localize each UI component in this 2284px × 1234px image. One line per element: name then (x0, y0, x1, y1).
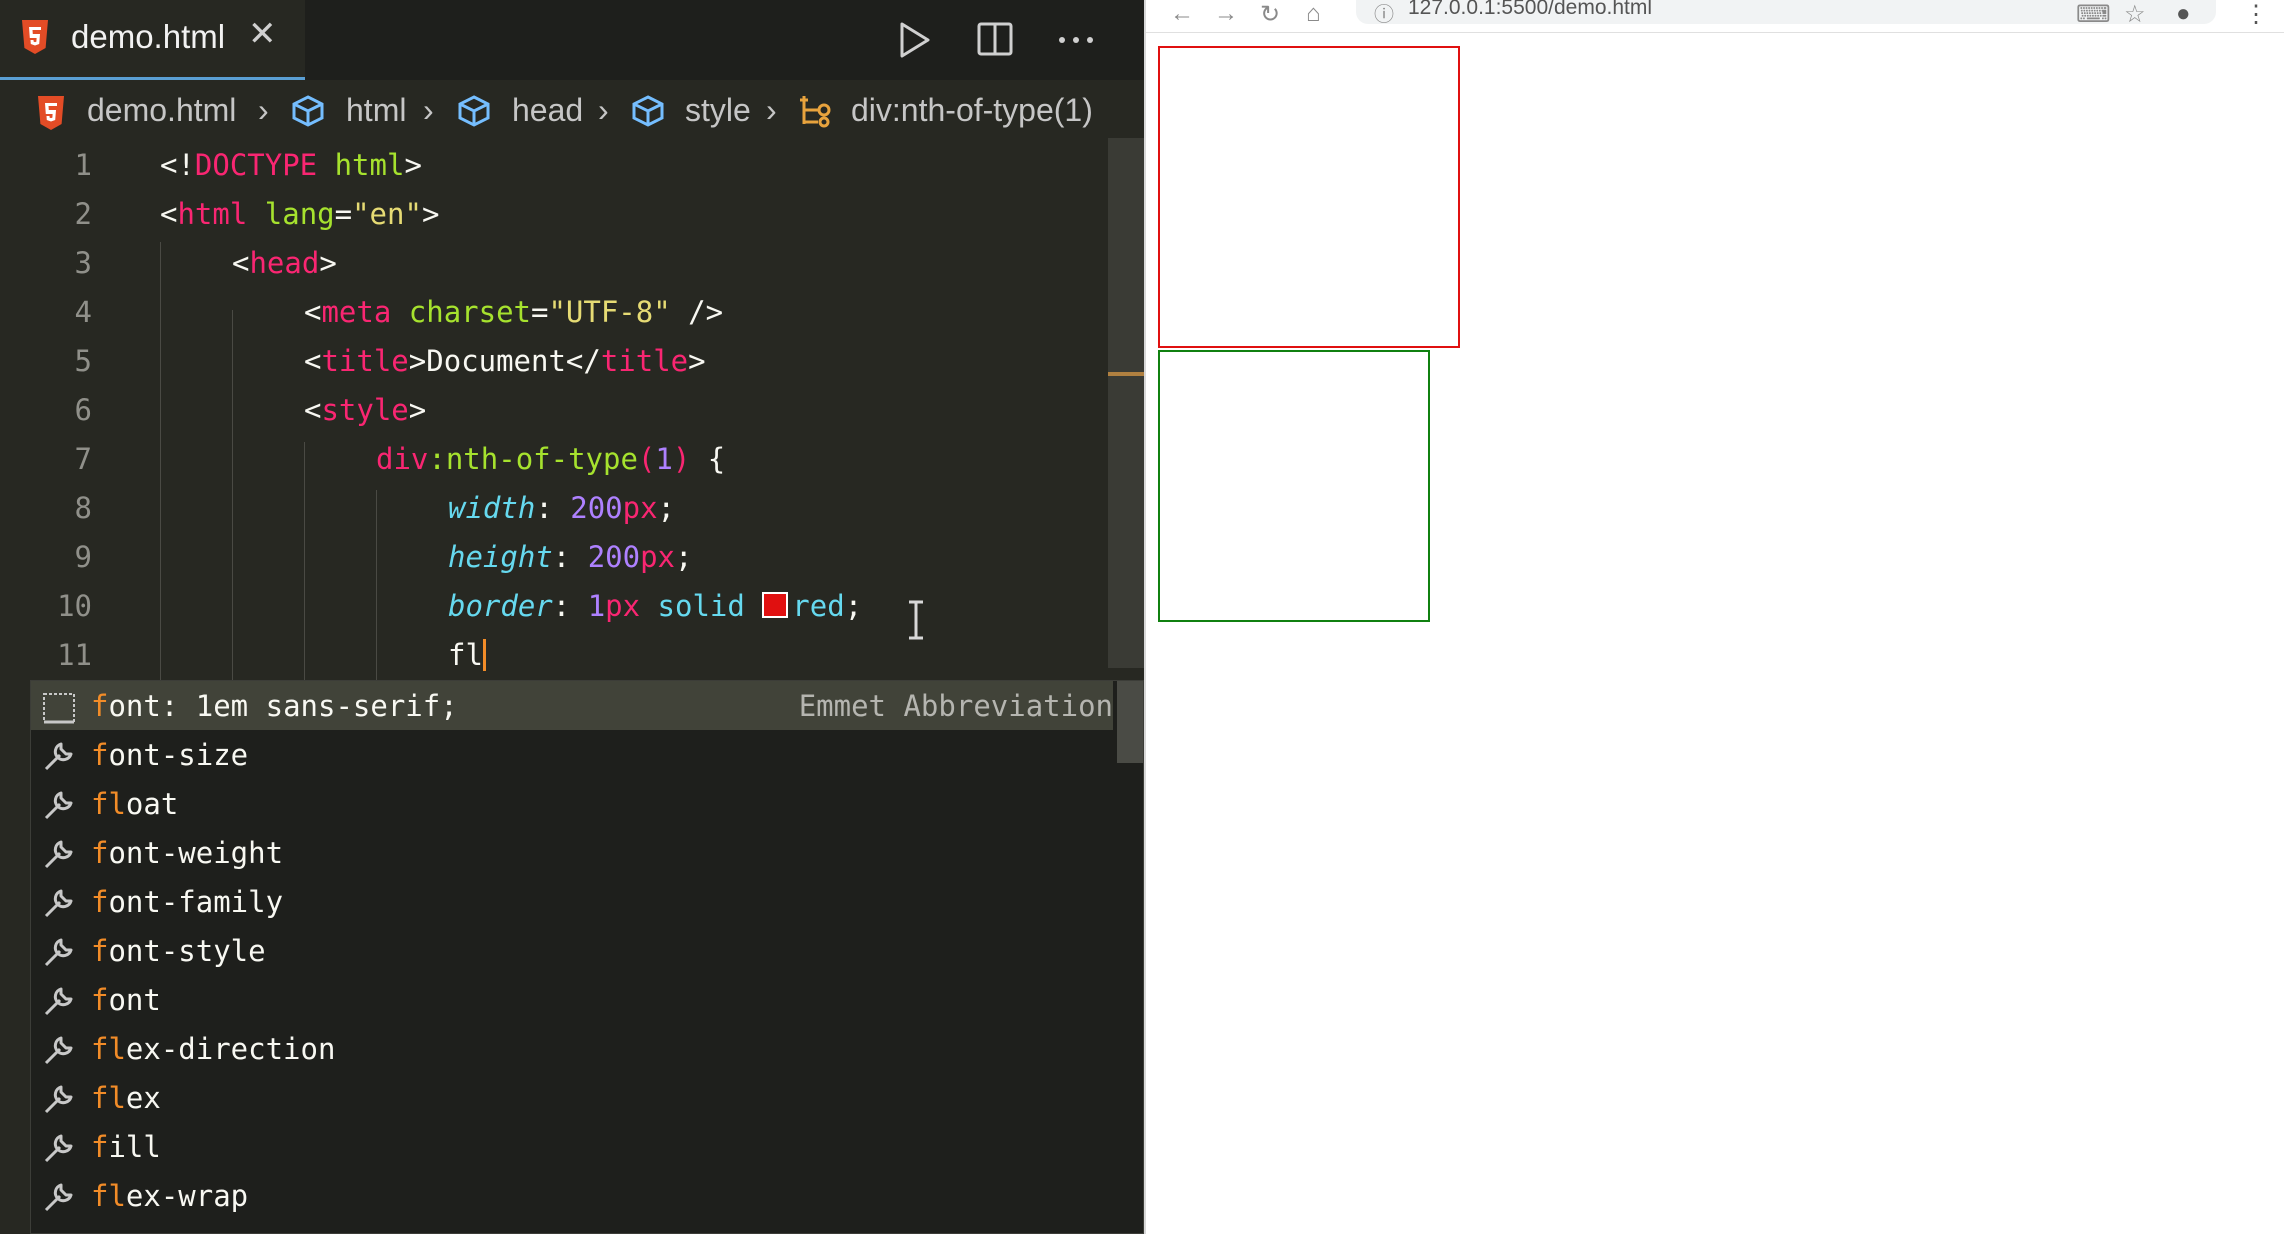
back-icon[interactable]: ← (1170, 0, 1194, 28)
line-number: 1 (74, 148, 92, 182)
ibeam-cursor-icon (909, 600, 923, 640)
code-line[interactable]: <style> (304, 393, 426, 427)
scrollbar[interactable] (1108, 138, 1144, 668)
line-number: 8 (74, 491, 92, 525)
wrench-icon (44, 889, 73, 918)
suggestion-item[interactable]: flex (31, 1073, 1113, 1122)
code-line[interactable]: <head> (232, 246, 337, 280)
suggestion-item[interactable]: font-family (31, 877, 1113, 926)
red-box (1158, 46, 1460, 348)
wrench-icon (44, 1085, 73, 1114)
close-icon[interactable]: ✕ (248, 14, 277, 54)
line-number: 3 (74, 246, 92, 280)
suggestion-item[interactable]: flex-wrap (31, 1171, 1113, 1220)
run-icon[interactable] (888, 16, 936, 64)
breadcrumb-item-html[interactable]: html (346, 92, 406, 129)
indent-guide (304, 442, 305, 682)
code-line[interactable]: <meta charset="UTF-8" /> (304, 295, 723, 329)
suggestion-detail: Emmet Abbreviation (798, 689, 1113, 723)
indent-guide (232, 310, 233, 682)
text-cursor (482, 639, 486, 671)
code-line[interactable]: border: 1px solid red; (448, 589, 862, 623)
code-line[interactable]: div:nth-of-type(1) { (376, 442, 725, 476)
suggestion-item[interactable]: flex-direction (31, 1024, 1113, 1073)
tab-demo-html[interactable]: demo.html ✕ (0, 0, 305, 80)
chevron-right-icon: › (766, 92, 777, 128)
chevron-right-icon: › (598, 92, 609, 128)
home-icon[interactable]: ⌂ (1306, 0, 1321, 28)
wrench-icon (44, 987, 73, 1016)
breadcrumb-item-file[interactable]: demo.html (87, 92, 236, 129)
reload-icon[interactable]: ↻ (1260, 0, 1280, 29)
code-line[interactable]: height: 200px; (448, 540, 692, 574)
suggestion-item[interactable]: font-style (31, 926, 1113, 975)
wrench-icon (44, 1183, 73, 1212)
code-line[interactable]: <!DOCTYPE html> (160, 148, 422, 182)
html5-icon (22, 20, 48, 54)
line-number: 6 (74, 393, 92, 427)
code-line[interactable]: <html lang="en"> (160, 197, 439, 231)
selector-icon (800, 96, 831, 128)
autocomplete-suggestions[interactable]: font: 1em sans-serif; Emmet Abbreviation… (30, 680, 1144, 1234)
forward-icon[interactable]: → (1214, 0, 1238, 28)
chevron-right-icon: › (423, 92, 434, 128)
suggestion-item[interactable]: font-size (31, 730, 1113, 779)
suggestion-item[interactable]: font-weight (31, 828, 1113, 877)
emmet-icon (43, 693, 75, 724)
suggestion-item[interactable]: fill (31, 1122, 1113, 1171)
line-number: 5 (74, 344, 92, 378)
suggest-scrollbar[interactable] (1117, 681, 1143, 763)
code-line-current[interactable]: fl (448, 638, 486, 672)
wrench-icon (44, 742, 73, 771)
more-actions-icon[interactable] (1052, 16, 1100, 64)
tab-bar: demo.html ✕ (0, 0, 1144, 80)
breadcrumb: demo.html › html › head › style › div:nt… (0, 80, 1144, 144)
cube-icon (292, 95, 324, 127)
suggestion-item[interactable]: font (31, 975, 1113, 1024)
line-number: 7 (74, 442, 92, 476)
translate-icon[interactable]: ⌨ (2076, 0, 2111, 29)
breadcrumb-item-head[interactable]: head (512, 92, 583, 129)
code-line[interactable]: <title>Document</title> (304, 344, 706, 378)
url-text[interactable]: 127.0.0.1:5500/demo.html (1408, 0, 1652, 20)
line-number: 9 (74, 540, 92, 574)
wrench-icon (44, 938, 73, 967)
wrench-icon (44, 1134, 73, 1163)
line-number: 10 (57, 589, 92, 623)
indent-guide (160, 242, 161, 682)
info-icon[interactable]: ⓘ (1374, 0, 1394, 27)
suggestion-item[interactable]: font: 1em sans-serif; Emmet Abbreviation (31, 681, 1113, 730)
wrench-icon (44, 1036, 73, 1065)
chevron-right-icon: › (258, 92, 269, 128)
color-swatch[interactable] (762, 592, 789, 618)
html5-icon (38, 96, 64, 130)
bookmark-star-icon[interactable]: ☆ (2124, 0, 2146, 29)
green-box (1158, 350, 1430, 622)
code-line[interactable]: width: 200px; (448, 491, 675, 525)
browser-preview: ← → ↻ ⌂ ⓘ 127.0.0.1:5500/demo.html ⌨ ☆ ●… (1144, 0, 2284, 1234)
wrench-icon (44, 840, 73, 869)
code-editor[interactable]: demo.html ✕ demo.html › html › head › st… (0, 0, 1144, 1234)
cube-icon (632, 95, 664, 127)
menu-icon[interactable]: ⋮ (2244, 0, 2268, 29)
split-editor-icon[interactable] (971, 16, 1019, 64)
wrench-icon (44, 791, 73, 820)
profile-icon[interactable]: ● (2176, 0, 2191, 28)
breadcrumb-item-selector[interactable]: div:nth-of-type(1) (851, 92, 1093, 129)
scrollbar-marker (1108, 372, 1144, 376)
breadcrumb-item-style[interactable]: style (685, 92, 751, 129)
line-number: 2 (74, 197, 92, 231)
line-number: 11 (57, 638, 92, 672)
indent-guide (376, 490, 377, 682)
line-number: 4 (74, 295, 92, 329)
suggestion-item[interactable]: float (31, 779, 1113, 828)
cube-icon (458, 95, 490, 127)
tab-label: demo.html (71, 18, 226, 55)
browser-toolbar: ← → ↻ ⌂ ⓘ 127.0.0.1:5500/demo.html ⌨ ☆ ●… (1146, 0, 2284, 33)
